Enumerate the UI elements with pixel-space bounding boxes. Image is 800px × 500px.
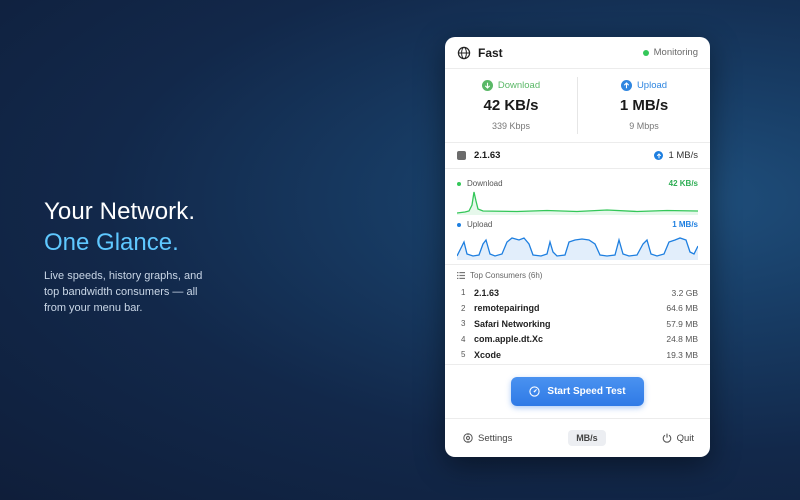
item-size: 57.9 MB xyxy=(666,318,698,329)
hero: Your Network. One Glance. Live speeds, h… xyxy=(44,196,244,316)
item-rank: 2 xyxy=(461,303,466,313)
consumers-title: Top Consumers (6h) xyxy=(470,271,543,280)
item-size: 19.3 MB xyxy=(666,349,698,360)
hero-description: Live speeds, history graphs, and top ban… xyxy=(44,270,203,314)
history-graphs: Download 42 KB/s Upload 1 MB/s xyxy=(445,169,710,265)
item-rank: 1 xyxy=(461,288,466,298)
gauge-icon xyxy=(529,386,541,397)
hero-headline: Your Network. xyxy=(44,198,196,225)
arrow-down-circle-icon xyxy=(481,80,493,91)
item-name: Safari Networking xyxy=(474,318,551,329)
list-icon xyxy=(457,272,465,279)
upload-bits: 9 Mbps xyxy=(629,121,659,131)
app-title: Fast xyxy=(478,45,503,60)
item-rank: 3 xyxy=(461,319,466,329)
unit-toggle[interactable]: MB/s xyxy=(568,430,606,446)
status-dot xyxy=(642,49,649,56)
upload-value: 1 MB/s xyxy=(619,97,669,114)
upload-graph-value: 1 MB/s xyxy=(672,220,698,229)
item-rank: 4 xyxy=(461,334,466,344)
menu-bar-panel: Fast Monitoring Download 42 KB/s 339 Kbp… xyxy=(445,37,710,457)
speed-test-label: Start Speed Test xyxy=(547,386,626,397)
item-size: 64.6 MB xyxy=(666,303,698,314)
upload-graph-title: Upload xyxy=(467,220,493,229)
download-dot xyxy=(457,181,461,186)
quit-label: Quit xyxy=(676,432,694,444)
upload-dot xyxy=(457,222,461,227)
download-graph-value: 42 KB/s xyxy=(668,179,698,188)
upload-graph xyxy=(457,237,698,260)
interface-icon xyxy=(457,151,466,160)
interface-upload: 1 MB/s xyxy=(654,150,698,161)
interface-name: 2.1.63 xyxy=(474,150,501,161)
panel-footer: Settings MB/s Quit xyxy=(445,419,710,457)
item-name: com.apple.dt.Xc xyxy=(474,334,544,345)
item-name: remotepairingd xyxy=(474,303,540,314)
globe-icon xyxy=(457,46,471,60)
consumers-header: Top Consumers (6h) xyxy=(457,271,698,280)
item-size: 24.8 MB xyxy=(666,334,698,345)
interface-row[interactable]: 2.1.63 1 MB/s xyxy=(445,143,710,169)
item-size: 3.2 GB xyxy=(671,287,698,298)
item-name: Xcode xyxy=(474,349,502,360)
list-item[interactable]: 2 remotepairingd 64.6 MB xyxy=(457,301,698,317)
download-graph xyxy=(457,191,698,215)
arrow-up-circle-icon xyxy=(654,151,664,160)
list-item[interactable]: 4 com.apple.dt.Xc 24.8 MB xyxy=(457,332,698,348)
download-graph-title: Download xyxy=(467,179,503,188)
settings-label: Settings xyxy=(478,432,513,444)
arrow-up-circle-icon xyxy=(620,80,632,91)
power-icon xyxy=(662,433,672,443)
download-bits: 339 Kbps xyxy=(491,121,531,131)
download-graph-label: Download xyxy=(457,179,503,188)
item-rank: 5 xyxy=(461,350,466,360)
status-text: Monitoring xyxy=(653,47,698,58)
upload-graph-label: Upload xyxy=(457,220,492,229)
upload-speed: Upload 1 MB/s 9 Mbps xyxy=(578,69,710,142)
gear-icon xyxy=(463,433,473,443)
item-name: 2.1.63 xyxy=(474,287,500,298)
list-item[interactable]: 1 2.1.63 3.2 GB xyxy=(457,285,698,301)
upload-label: Upload xyxy=(636,80,668,91)
speed-test-area: Start Speed Test xyxy=(445,365,710,419)
download-label: Download xyxy=(497,80,541,91)
interface-upload-value: 1 MB/s xyxy=(668,150,698,161)
download-speed: Download 42 KB/s 339 Kbps xyxy=(445,69,577,142)
hero-subheadline: One Glance. xyxy=(44,229,179,256)
download-value: 42 KB/s xyxy=(483,97,539,114)
settings-button[interactable]: Settings xyxy=(463,433,512,444)
top-consumers: Top Consumers (6h) 1 2.1.63 3.2 GB 2 rem… xyxy=(445,265,710,365)
start-speed-test-button[interactable]: Start Speed Test xyxy=(511,377,644,406)
list-item[interactable]: 5 Xcode 19.3 MB xyxy=(457,347,698,363)
quit-button[interactable]: Quit xyxy=(662,433,694,444)
speed-summary: Download 42 KB/s 339 Kbps Upload 1 MB/s … xyxy=(445,69,710,143)
list-item[interactable]: 3 Safari Networking 57.9 MB xyxy=(457,316,698,332)
panel-header: Fast Monitoring xyxy=(445,37,710,69)
